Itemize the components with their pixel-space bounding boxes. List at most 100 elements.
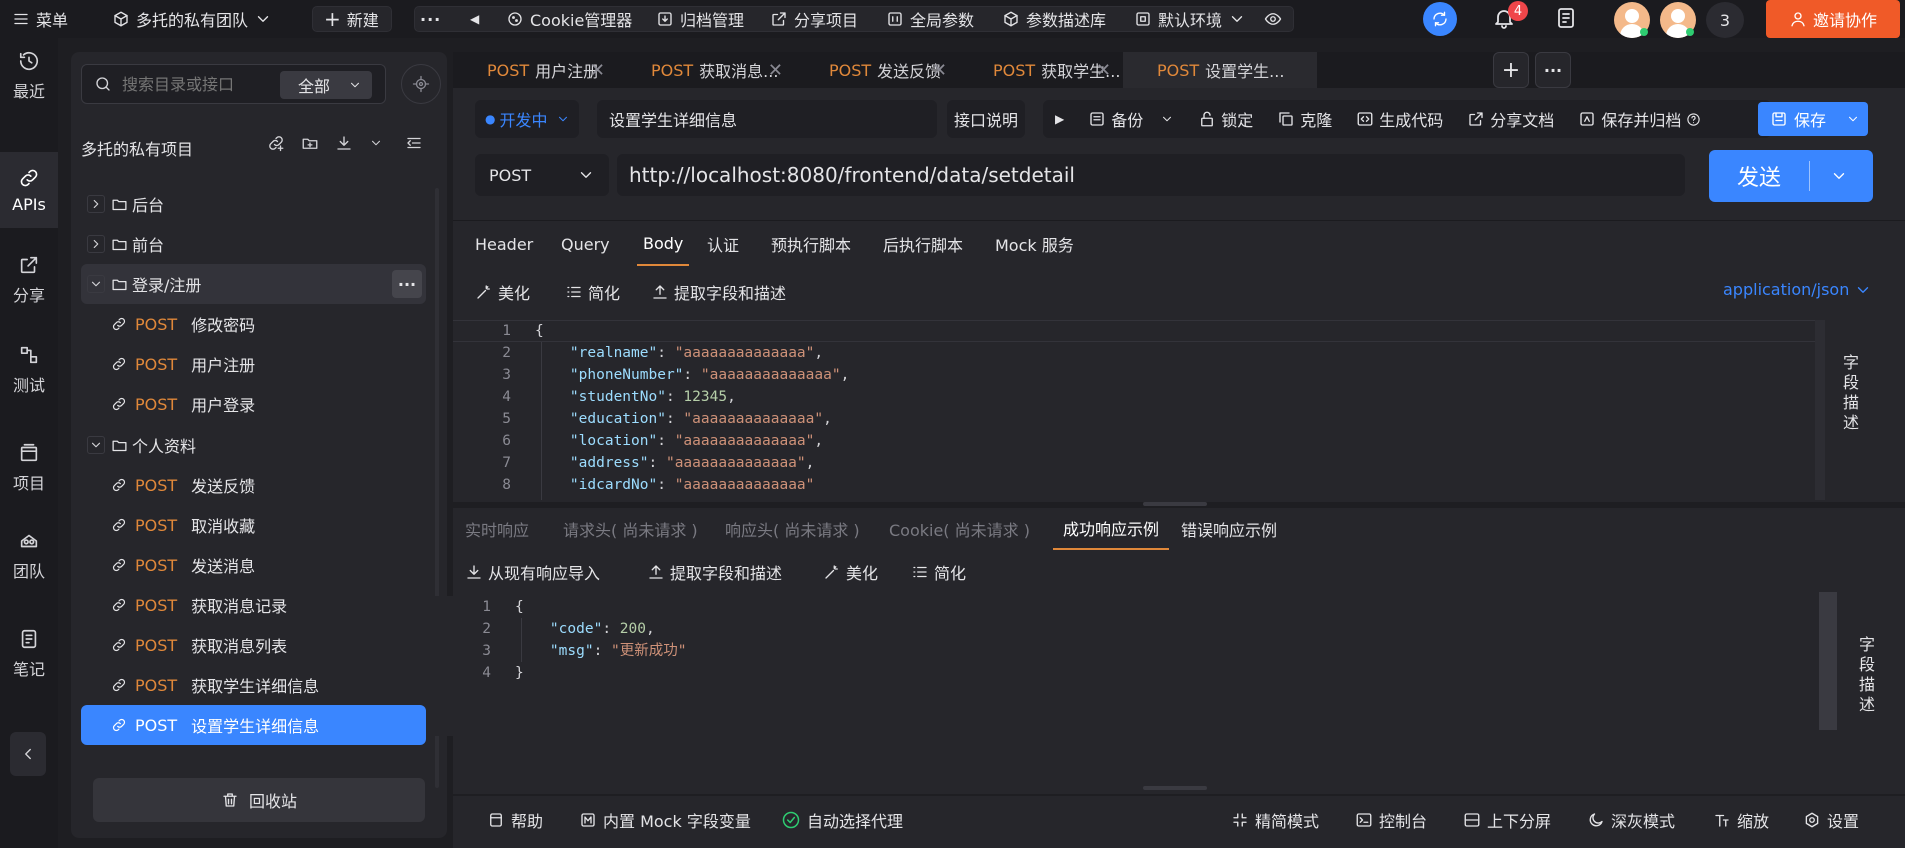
tree-api-item[interactable]: POST 用户注册 bbox=[81, 344, 426, 384]
sync-button[interactable] bbox=[1423, 2, 1457, 36]
status-select[interactable]: ● 开发中 bbox=[475, 100, 579, 138]
tree-api-item[interactable]: POST 设置学生详细信息 bbox=[81, 705, 426, 745]
team-selector[interactable]: 多托的私有团队 bbox=[112, 0, 272, 38]
chevron-down-icon[interactable] bbox=[87, 436, 105, 454]
tree-folder[interactable]: 前台 bbox=[81, 224, 426, 264]
request-subtab[interactable]: Query bbox=[561, 222, 610, 266]
collapse-all-icon[interactable] bbox=[405, 134, 423, 152]
recycle-bin-button[interactable]: 回收站 bbox=[93, 778, 425, 822]
response-editor-scrollbar[interactable] bbox=[1819, 592, 1837, 730]
eye-button[interactable] bbox=[1264, 0, 1282, 38]
archive-button[interactable]: 归档管理 bbox=[656, 0, 744, 38]
tree-api-item[interactable]: POST 获取消息记录 bbox=[81, 585, 426, 625]
body-editor-scrollbar[interactable] bbox=[1815, 320, 1825, 500]
close-icon[interactable]: ✕ bbox=[768, 60, 783, 81]
request-subtab[interactable]: 认证 bbox=[707, 222, 739, 266]
play-icon[interactable]: ▶ bbox=[1055, 112, 1064, 126]
request-subtab[interactable]: 后执行脚本 bbox=[883, 222, 963, 266]
settings-button[interactable]: 设置 bbox=[1803, 796, 1859, 844]
response-simplify-button[interactable]: 简化 bbox=[911, 560, 966, 584]
tree-api-item[interactable]: POST 获取消息列表 bbox=[81, 625, 426, 665]
close-icon[interactable]: ✕ bbox=[1096, 60, 1111, 81]
request-tab[interactable]: POST 发送反馈 ✕ bbox=[795, 52, 959, 88]
chevron-down-icon[interactable] bbox=[369, 136, 383, 150]
tree-folder[interactable]: 个人资料 bbox=[81, 425, 426, 465]
tree-api-item[interactable]: POST 取消收藏 bbox=[81, 505, 426, 545]
add-api-icon[interactable] bbox=[267, 134, 285, 152]
rail-item-test[interactable]: 测试 bbox=[0, 332, 58, 408]
tree-api-item[interactable]: POST 发送反馈 bbox=[81, 465, 426, 505]
tab-more-button[interactable]: ··· bbox=[1535, 52, 1571, 88]
cookie-manager-button[interactable]: Cookie管理器 bbox=[506, 0, 632, 38]
zoom-button[interactable]: 缩放 bbox=[1713, 796, 1769, 844]
tree-folder[interactable]: 登录/注册 ··· bbox=[81, 264, 426, 304]
extract-fields-button[interactable]: 提取字段和描述 bbox=[651, 280, 786, 304]
global-params-button[interactable]: 全局参数 bbox=[886, 0, 974, 38]
new-button[interactable]: + 新建 bbox=[324, 0, 379, 38]
field-description-toggle[interactable]: 字段描述 bbox=[1839, 354, 1859, 434]
split-view-button[interactable]: 上下分屏 bbox=[1463, 796, 1551, 844]
mock-vars-button[interactable]: 内置 Mock 字段变量 bbox=[579, 796, 751, 844]
new-tab-button[interactable]: + bbox=[1493, 52, 1529, 88]
rail-item-team[interactable]: 团队 bbox=[0, 518, 58, 594]
response-tab[interactable]: 实时响应 bbox=[465, 508, 529, 550]
collapse-sidebar-button[interactable] bbox=[10, 732, 46, 776]
menu-button[interactable]: 菜单 bbox=[12, 0, 68, 38]
add-folder-icon[interactable] bbox=[301, 134, 319, 152]
notes-button[interactable] bbox=[1554, 6, 1578, 34]
close-icon[interactable]: ✕ bbox=[932, 60, 947, 81]
body-editor[interactable]: 1{2 "realname": "aaaaaaaaaaaaaa", 3 "phon… bbox=[453, 320, 1817, 500]
rail-item-notes[interactable]: 笔记 bbox=[0, 616, 58, 692]
request-subtab[interactable]: Header bbox=[475, 222, 533, 266]
member-count[interactable]: 3 bbox=[1706, 2, 1744, 38]
response-editor[interactable]: 1{2 "code": 200, 3 "msg": "更新成功" 4} bbox=[433, 596, 1813, 736]
api-doc-button[interactable]: 接口说明 bbox=[947, 100, 1025, 138]
response-beautify-button[interactable]: 美化 bbox=[823, 560, 878, 584]
tree-api-item[interactable]: POST 发送消息 bbox=[81, 545, 426, 585]
footer-handle[interactable] bbox=[1143, 786, 1207, 790]
chevron-right-icon[interactable] bbox=[87, 195, 105, 213]
send-button[interactable]: 发送 bbox=[1709, 150, 1873, 202]
request-subtab[interactable]: Mock 服务 bbox=[995, 222, 1074, 266]
caret-left-icon[interactable]: ◀ bbox=[470, 0, 479, 38]
save-archive-button[interactable]: 保存并归档 bbox=[1578, 107, 1701, 131]
backup-button[interactable]: 备份 bbox=[1088, 107, 1174, 131]
request-tab[interactable]: POST 设置学生... bbox=[1123, 52, 1317, 88]
request-subtab[interactable]: 预执行脚本 bbox=[771, 222, 851, 266]
response-tab[interactable]: 响应头( 尚未请求 ) bbox=[725, 508, 860, 550]
filter-select[interactable]: 全部 bbox=[280, 71, 372, 99]
response-tab[interactable]: 成功响应示例 bbox=[1053, 508, 1170, 550]
share-doc-button[interactable]: 分享文档 bbox=[1467, 107, 1554, 131]
chevron-down-icon[interactable] bbox=[87, 275, 105, 293]
more-button[interactable]: ··· bbox=[420, 0, 441, 38]
import-icon[interactable] bbox=[335, 134, 353, 152]
auto-proxy-toggle[interactable]: 自动选择代理 bbox=[781, 796, 903, 844]
url-input[interactable]: http://localhost:8080/frontend/data/setd… bbox=[617, 154, 1685, 196]
help-button[interactable]: 帮助 bbox=[487, 796, 543, 844]
request-tab[interactable]: POST 获取消息... ✕ bbox=[617, 52, 795, 88]
share-project-button[interactable]: 分享项目 bbox=[770, 0, 858, 38]
tree-api-item[interactable]: POST 用户登录 bbox=[81, 384, 426, 424]
response-tab[interactable]: 请求头( 尚未请求 ) bbox=[563, 508, 698, 550]
tree-api-item[interactable]: POST 修改密码 bbox=[81, 304, 426, 344]
help-icon[interactable] bbox=[1686, 112, 1701, 127]
request-subtab[interactable]: Body bbox=[637, 222, 690, 266]
dark-mode-button[interactable]: 深灰模式 bbox=[1587, 796, 1675, 844]
lock-button[interactable]: 锁定 bbox=[1198, 107, 1253, 131]
clone-button[interactable]: 克隆 bbox=[1277, 107, 1332, 131]
simple-mode-button[interactable]: 精简模式 bbox=[1231, 796, 1319, 844]
search-input[interactable] bbox=[122, 71, 272, 97]
extract-response-fields-button[interactable]: 提取字段和描述 bbox=[647, 560, 782, 584]
chevron-down-icon[interactable] bbox=[1830, 167, 1848, 185]
close-icon[interactable]: ✕ bbox=[590, 60, 605, 81]
generate-code-button[interactable]: 生成代码 bbox=[1356, 107, 1443, 131]
request-name-field[interactable]: 设置学生详细信息 bbox=[597, 100, 937, 138]
response-tab[interactable]: Cookie( 尚未请求 ) bbox=[889, 508, 1030, 550]
chevron-right-icon[interactable] bbox=[87, 235, 105, 253]
chevron-down-icon[interactable] bbox=[1846, 112, 1860, 126]
locate-button[interactable] bbox=[401, 64, 441, 104]
method-select[interactable]: POST bbox=[475, 154, 609, 196]
tree-api-item[interactable]: POST 获取学生详细信息 bbox=[81, 665, 426, 705]
save-button[interactable]: 保存 bbox=[1758, 102, 1868, 136]
import-response-button[interactable]: 从现有响应导入 bbox=[465, 560, 600, 584]
